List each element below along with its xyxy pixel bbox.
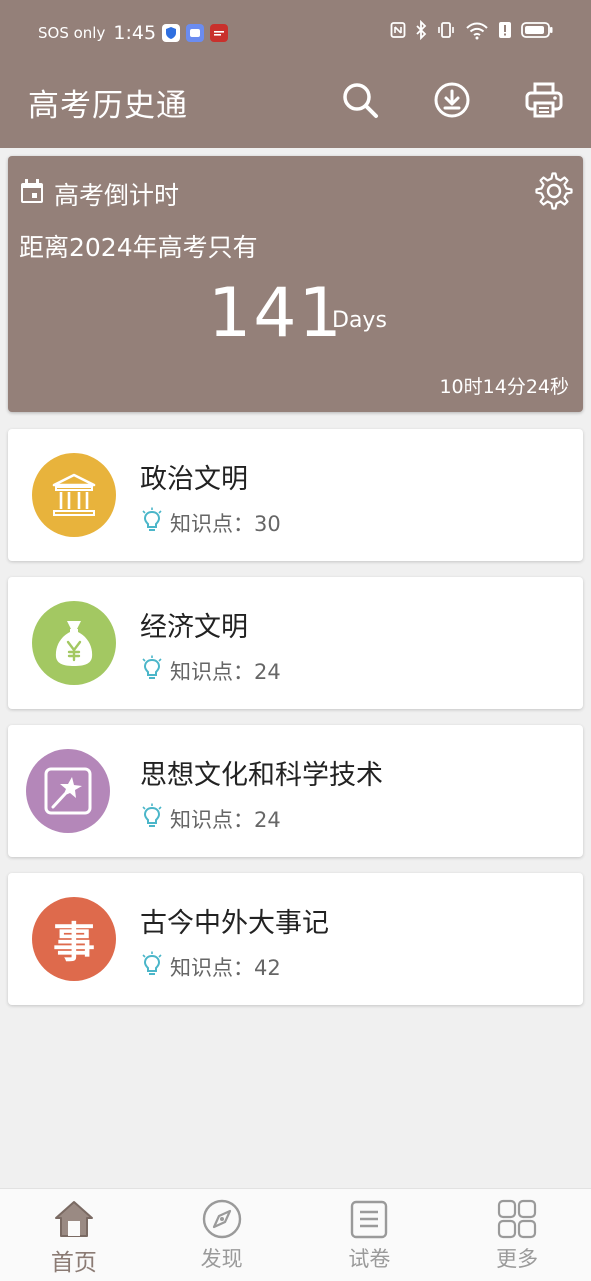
- topic-title: 经济文明: [140, 612, 248, 643]
- topic-title: 古今中外大事记: [140, 908, 329, 939]
- print-icon: [524, 80, 564, 124]
- topic-card-politics[interactable]: 政治文明 知识点：30: [8, 429, 583, 561]
- magic-star-icon: [26, 749, 110, 833]
- lightbulb-icon: [140, 951, 164, 982]
- download-button[interactable]: [430, 80, 474, 124]
- lightbulb-icon: [140, 507, 164, 538]
- topic-knowledge-count: 知识点：30: [170, 511, 281, 536]
- countdown-label: 高考倒计时: [54, 181, 180, 210]
- countdown-days-unit: Days: [332, 308, 387, 333]
- nav-label: 首页: [50, 1250, 97, 1276]
- home-icon: [53, 1199, 95, 1243]
- event-char-icon: 事: [32, 897, 116, 981]
- shield-app-icon: [162, 24, 181, 42]
- lightbulb-icon: [140, 803, 164, 834]
- topic-meta: 知识点：42: [140, 951, 281, 982]
- money-bag-icon: [32, 601, 116, 685]
- grid-icon: [497, 1199, 537, 1243]
- gear-icon: [535, 172, 573, 214]
- search-icon: [340, 80, 380, 124]
- lightbulb-icon: [140, 655, 164, 686]
- alert-icon: [498, 21, 512, 43]
- status-left: SOS only 1:45: [38, 22, 229, 44]
- search-button[interactable]: [338, 80, 382, 124]
- countdown-settings-button[interactable]: [535, 172, 573, 210]
- nav-label: 更多: [496, 1247, 539, 1271]
- nav-label: 试卷: [348, 1247, 391, 1271]
- nav-label: 发现: [200, 1247, 243, 1271]
- app-header: SOS only 1:45 高考历史通: [0, 0, 591, 148]
- countdown-header: 高考倒计时: [20, 176, 179, 212]
- bank-icon: [32, 453, 116, 537]
- topic-card-culture-science[interactable]: 思想文化和科学技术 知识点：24: [8, 725, 583, 857]
- bottom-nav: 首页 发现 试卷 更多: [0, 1188, 591, 1281]
- countdown-days: 141: [208, 274, 344, 353]
- topic-title: 思想文化和科学技术: [140, 760, 383, 791]
- countdown-remaining-time: 10时14分24秒: [439, 376, 569, 398]
- topic-knowledge-count: 知识点：42: [170, 955, 281, 980]
- nav-item-papers[interactable]: 试卷: [296, 1189, 444, 1281]
- calendar-icon: [20, 179, 44, 209]
- topic-card-events[interactable]: 事 古今中外大事记 知识点：42: [8, 873, 583, 1005]
- status-bar: SOS only 1:45: [0, 0, 591, 66]
- topic-knowledge-count: 知识点：24: [170, 807, 281, 832]
- page-title: 高考历史通: [28, 88, 188, 124]
- nav-item-discover[interactable]: 发现: [148, 1189, 296, 1281]
- download-icon: [432, 80, 472, 124]
- paper-icon: [349, 1199, 389, 1243]
- print-button[interactable]: [522, 80, 566, 124]
- bluetooth-icon: [415, 19, 427, 44]
- nfc-icon: [390, 21, 406, 43]
- clock: 1:45: [113, 22, 157, 44]
- news-app-icon: [210, 24, 229, 42]
- topic-meta: 知识点：30: [140, 507, 281, 538]
- message-app-icon: [186, 24, 205, 42]
- status-right: [390, 19, 553, 44]
- nav-item-home[interactable]: 首页: [0, 1189, 148, 1281]
- countdown-subtitle: 距离2024年高考只有: [19, 233, 258, 262]
- compass-icon: [202, 1199, 242, 1243]
- topic-meta: 知识点：24: [140, 655, 281, 686]
- topic-card-economy[interactable]: 经济文明 知识点：24: [8, 577, 583, 709]
- vibrate-icon: [436, 20, 456, 44]
- topic-knowledge-count: 知识点：24: [170, 659, 281, 684]
- nav-item-more[interactable]: 更多: [443, 1189, 591, 1281]
- topic-meta: 知识点：24: [140, 803, 281, 834]
- battery-icon: [521, 21, 553, 43]
- countdown-card: 高考倒计时 距离2024年高考只有 141 Days 10时14分24秒: [8, 156, 583, 412]
- event-char: 事: [52, 917, 95, 967]
- topic-title: 政治文明: [140, 464, 248, 495]
- sos-text: SOS only: [38, 24, 106, 42]
- wifi-icon: [465, 20, 489, 44]
